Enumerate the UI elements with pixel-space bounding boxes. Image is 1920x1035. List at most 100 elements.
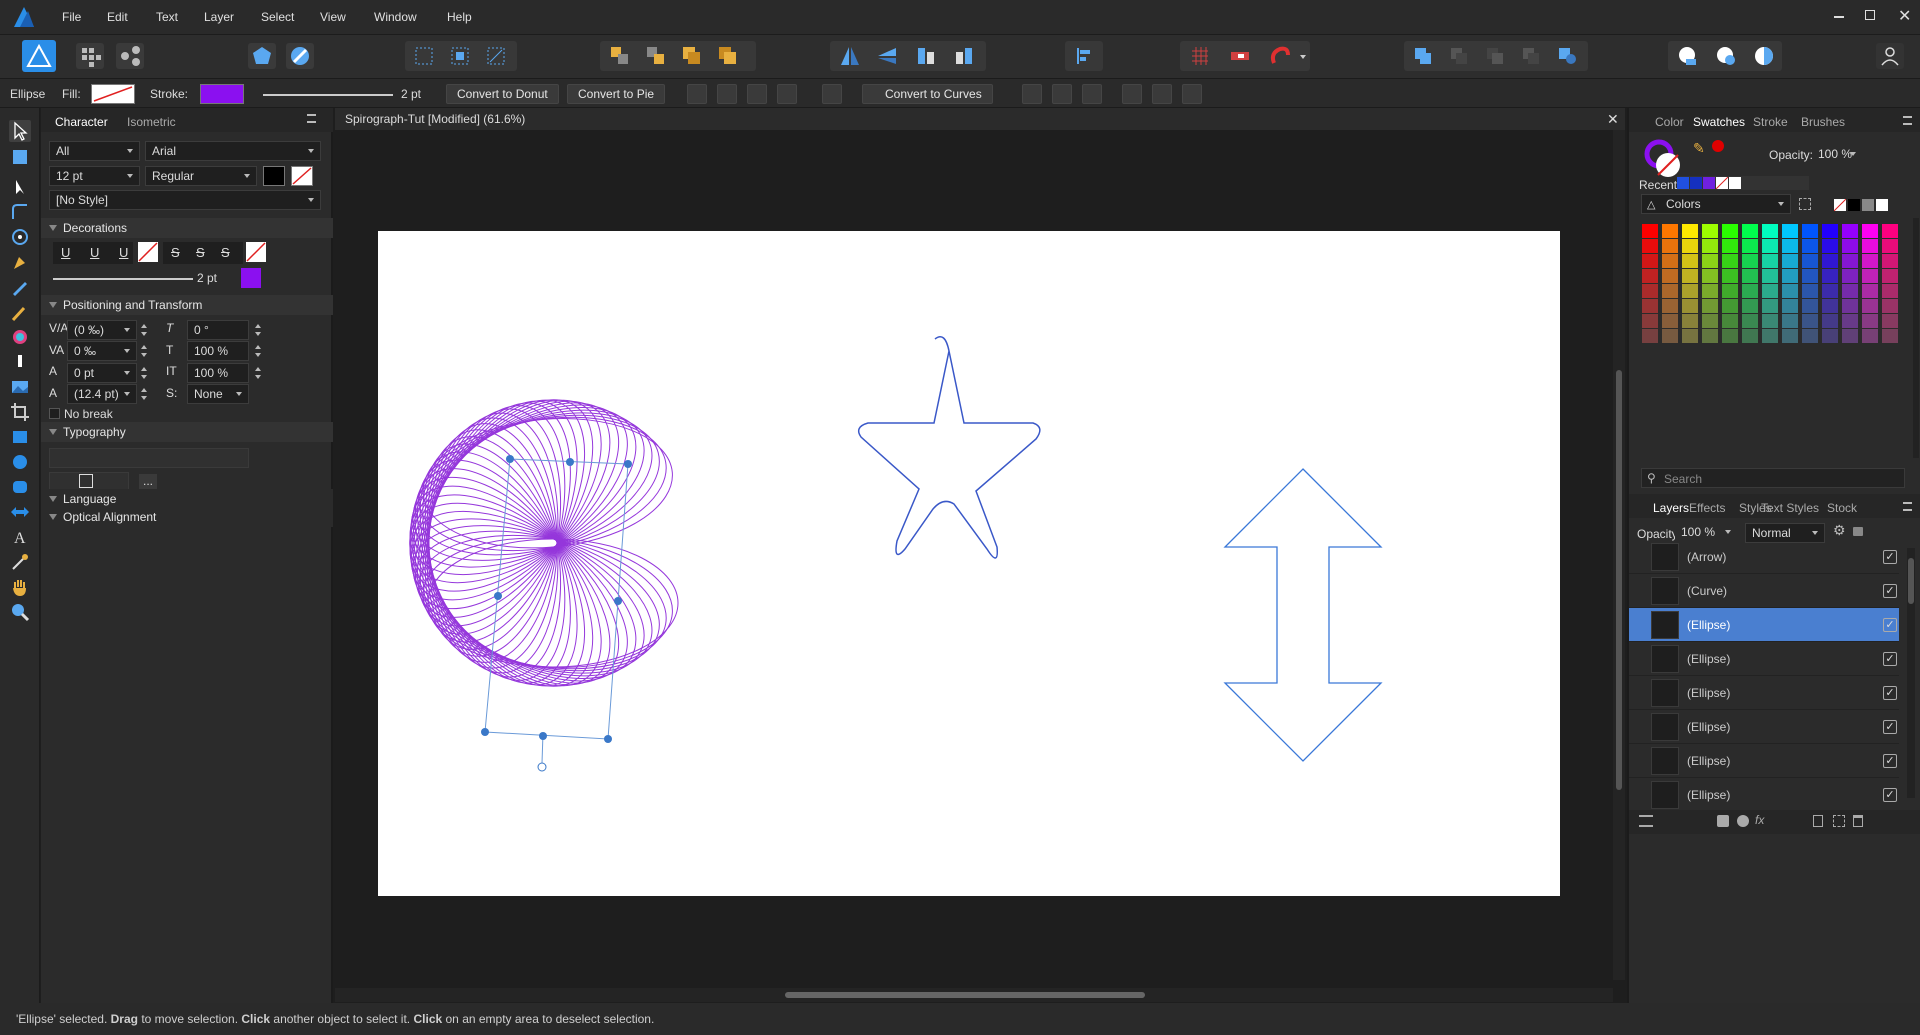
layer-row[interactable]: (Arrow) ✓	[1629, 540, 1899, 574]
align-left-icon[interactable]	[1022, 84, 1042, 104]
layer-row[interactable]: (Ellipse) ✓	[1629, 608, 1899, 642]
corner-tool-icon[interactable]	[9, 201, 31, 223]
layer-row[interactable]: (Curve) ✓	[1629, 574, 1899, 608]
menu-window[interactable]: Window	[374, 10, 417, 24]
layer-visibility-checkbox[interactable]: ✓	[1883, 788, 1897, 802]
color-swatch[interactable]	[1762, 224, 1778, 238]
color-picker-icon[interactable]: ✎	[1693, 140, 1705, 157]
color-swatch[interactable]	[1882, 239, 1898, 253]
color-swatch[interactable]	[1782, 284, 1798, 298]
color-swatch[interactable]	[1842, 224, 1858, 238]
color-swatch[interactable]	[1722, 224, 1738, 238]
baseline-spinner[interactable]	[139, 364, 149, 382]
place-image-icon[interactable]	[9, 376, 31, 398]
color-swatch[interactable]	[1782, 314, 1798, 328]
color-swatch[interactable]	[1742, 254, 1758, 268]
select-none-icon[interactable]	[446, 43, 474, 69]
stroke-width-slider[interactable]	[263, 94, 393, 96]
color-swatch[interactable]	[1842, 329, 1858, 343]
layer-visibility-checkbox[interactable]: ✓	[1883, 754, 1897, 768]
swatches-menu-icon[interactable]	[1903, 116, 1912, 125]
color-swatch[interactable]	[1822, 314, 1838, 328]
white-swatch[interactable]	[1876, 199, 1888, 211]
color-swatch[interactable]	[1782, 299, 1798, 313]
move-tool-icon[interactable]	[9, 120, 31, 142]
color-swatch[interactable]	[1842, 269, 1858, 283]
app-logo-icon[interactable]	[12, 5, 36, 29]
color-swatch[interactable]	[1822, 239, 1838, 253]
menu-edit[interactable]: Edit	[107, 10, 128, 24]
color-swatch[interactable]	[1702, 284, 1718, 298]
color-swatch[interactable]	[1822, 254, 1838, 268]
lock-icon[interactable]	[1853, 527, 1863, 536]
recent-swatch[interactable]	[1690, 177, 1702, 189]
layer-visibility-checkbox[interactable]: ✓	[1883, 652, 1897, 666]
decorations-header[interactable]: Decorations	[41, 218, 333, 238]
color-swatch[interactable]	[1802, 329, 1818, 343]
arrow-shape-tool-icon[interactable]	[9, 501, 31, 523]
designer-persona-icon[interactable]	[22, 40, 56, 72]
color-swatch[interactable]	[1662, 254, 1678, 268]
black-swatch[interactable]	[1848, 199, 1860, 211]
rotate-right-icon[interactable]	[950, 43, 978, 69]
font-style-select[interactable]: Regular	[145, 166, 257, 186]
close-document-icon[interactable]: ✕	[1607, 111, 1619, 128]
ellipse-tool-icon[interactable]	[9, 451, 31, 473]
color-swatch[interactable]	[1702, 299, 1718, 313]
invert-selection-icon[interactable]	[482, 43, 510, 69]
tab-text-styles[interactable]: Text Styles	[1761, 501, 1819, 515]
quick-mask-icon[interactable]	[1712, 43, 1740, 69]
kerning-spinner[interactable]	[139, 321, 149, 339]
color-swatch[interactable]	[1642, 239, 1658, 253]
color-swatch[interactable]	[1702, 314, 1718, 328]
color-swatch[interactable]	[1682, 269, 1698, 283]
color-swatch[interactable]	[1762, 299, 1778, 313]
align-top-icon[interactable]	[1122, 84, 1142, 104]
tracking-field[interactable]: 0 ‰	[67, 341, 137, 361]
strikethrough-color-swatch[interactable]	[246, 242, 266, 262]
char-scope-select[interactable]: All	[49, 141, 140, 161]
color-swatch[interactable]	[1682, 239, 1698, 253]
scale-icon[interactable]	[747, 84, 767, 104]
recent-swatch[interactable]	[1677, 177, 1689, 189]
paragraph-style-select[interactable]: [No Style]	[49, 190, 321, 210]
none-swatch[interactable]	[1833, 198, 1847, 212]
color-swatch[interactable]	[1642, 314, 1658, 328]
color-swatch[interactable]	[1802, 269, 1818, 283]
subtract-boolean-icon[interactable]	[1446, 43, 1474, 69]
color-swatch[interactable]	[1722, 329, 1738, 343]
color-swatch[interactable]	[1862, 284, 1878, 298]
color-swatch[interactable]	[1822, 299, 1838, 313]
color-swatch[interactable]	[1782, 254, 1798, 268]
color-swatch[interactable]	[1702, 269, 1718, 283]
pen-tool-icon[interactable]	[9, 251, 31, 273]
recent-swatch[interactable]	[1703, 177, 1715, 189]
mask-icon[interactable]	[1717, 815, 1729, 827]
layer-settings-icon[interactable]: ⚙	[1833, 522, 1846, 539]
color-swatch[interactable]	[1842, 299, 1858, 313]
color-swatch[interactable]	[1802, 314, 1818, 328]
layers-scrollbar[interactable]	[1907, 548, 1915, 798]
convert-to-pie-button[interactable]: Convert to Pie	[567, 84, 666, 104]
color-swatch[interactable]	[1862, 314, 1878, 328]
color-swatch[interactable]	[1642, 299, 1658, 313]
select-all-icon[interactable]	[410, 43, 438, 69]
layer-visibility-checkbox[interactable]: ✓	[1883, 584, 1897, 598]
color-swatch[interactable]	[1742, 269, 1758, 283]
point-transform-icon[interactable]	[9, 226, 31, 248]
align-middle-icon[interactable]	[1152, 84, 1172, 104]
align-icon[interactable]	[1070, 43, 1098, 69]
shear-spinner[interactable]	[253, 321, 263, 339]
typography-header[interactable]: Typography	[41, 422, 333, 442]
color-swatch[interactable]	[1682, 284, 1698, 298]
color-swatch[interactable]	[1882, 254, 1898, 268]
opacity-field[interactable]: 100 %	[1812, 145, 1862, 165]
vertical-scale-field[interactable]: 100 %	[187, 341, 249, 361]
color-swatch[interactable]	[1882, 329, 1898, 343]
tracking-spinner[interactable]	[139, 342, 149, 360]
color-swatch[interactable]	[1862, 329, 1878, 343]
color-swatch[interactable]	[1642, 284, 1658, 298]
recent-swatch[interactable]	[1729, 177, 1741, 189]
swatches-scrollbar[interactable]	[1913, 218, 1919, 458]
menu-select[interactable]: Select	[261, 10, 294, 24]
